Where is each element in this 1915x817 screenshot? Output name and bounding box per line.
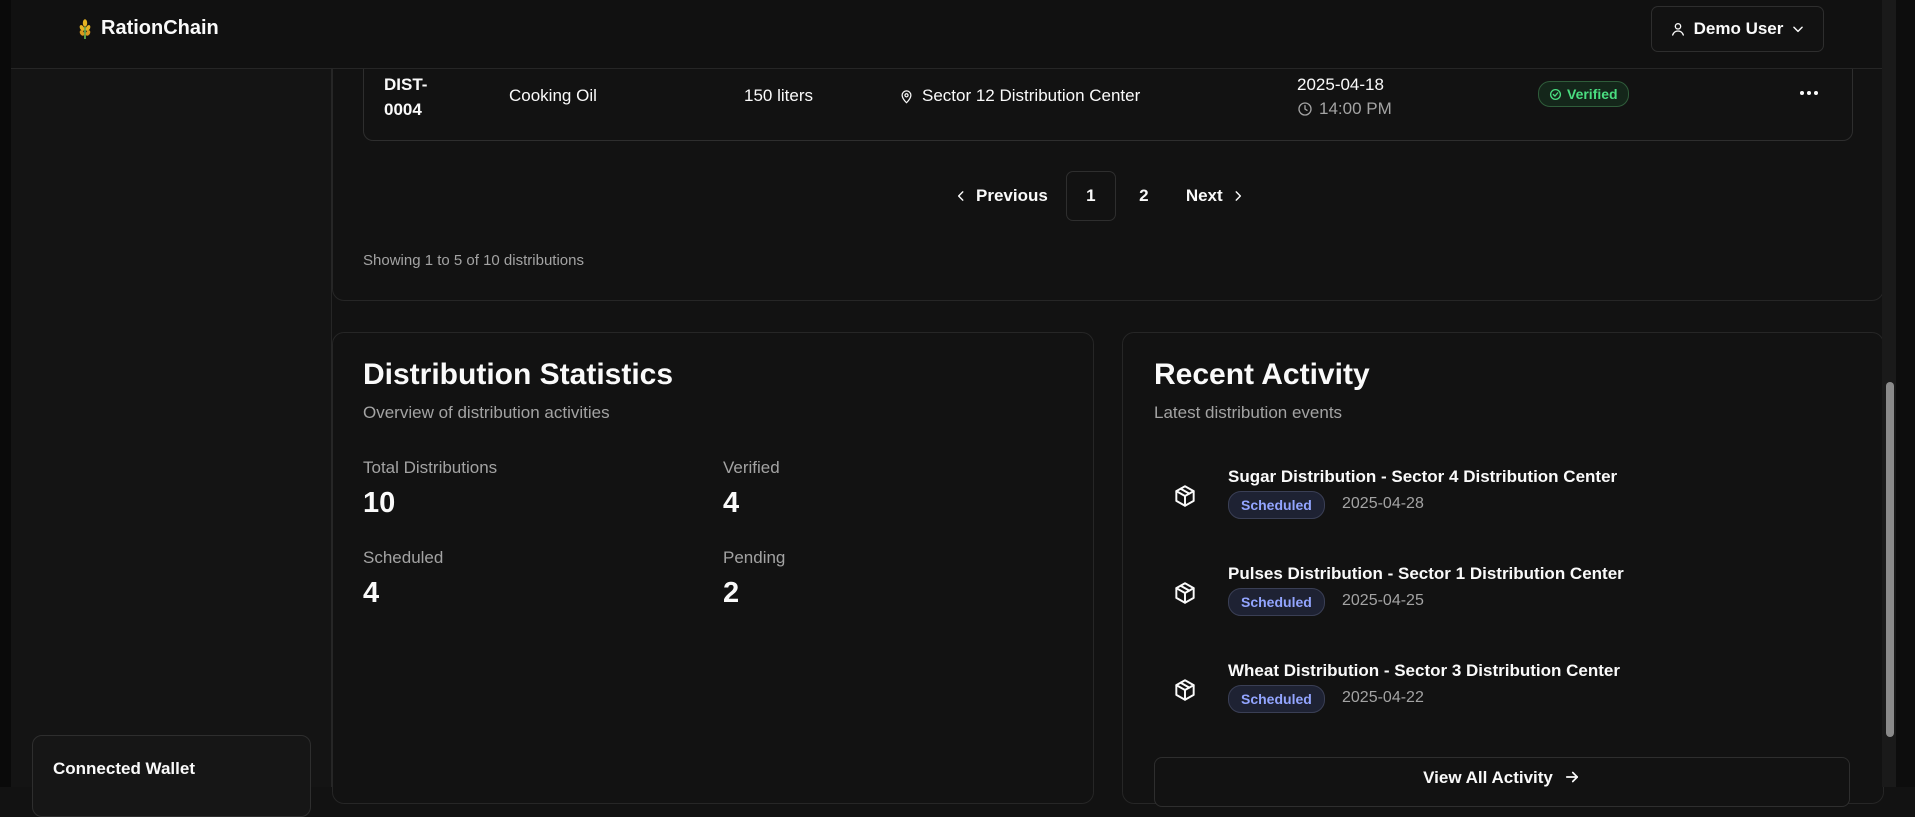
distribution-datetime: 2025-04-18 14:00 PM [1297,72,1392,120]
activity-title: Recent Activity [1154,358,1370,391]
brand-name: RationChain [101,17,219,39]
more-icon [1800,91,1804,95]
activity-title-text: Sugar Distribution - Sector 4 Distributi… [1228,467,1618,486]
distribution-time: 14:00 PM [1297,97,1392,120]
window-edge [1896,0,1915,787]
distribution-item: Cooking Oil [509,86,597,105]
distribution-location: Sector 12 Distribution Center [899,86,1140,106]
connected-wallet-card[interactable]: Connected Wallet [32,735,311,817]
distribution-id: DIST- 0004 [384,75,428,119]
status-badge: Scheduled [1228,588,1325,616]
location-label: Sector 12 Distribution Center [922,86,1141,105]
activity-title-text: Wheat Distribution - Sector 3 Distributi… [1228,661,1620,680]
stats-title: Distribution Statistics [363,358,674,391]
chevron-right-icon [1235,191,1241,201]
user-icon [1671,23,1684,36]
time-label: 14:00 PM [1319,99,1392,118]
distribution-quantity: 150 liters [744,86,813,105]
page-2-button[interactable]: 2 [1120,172,1168,220]
clock-icon [1298,101,1312,116]
total-distributions-value: 10 [363,487,396,519]
verified-label: Verified [723,458,780,477]
page-1-button[interactable]: 1 [1065,171,1116,221]
distribution-date: 2025-04-18 [1297,75,1384,94]
total-distributions-label: Total Distributions [363,458,498,477]
package-icon [1175,679,1195,701]
status-badge: Verified [1538,81,1629,107]
previous-label: Previous [976,186,1048,205]
stats-subtitle: Overview of distribution activities [363,403,610,422]
more-icon-dot [1814,91,1818,95]
table-row[interactable]: DIST- 0004 Cooking Oil 150 liters Sector… [363,68,1853,141]
previous-page-button[interactable]: Previous [940,171,1062,221]
scheduled-label: Scheduled [363,548,444,567]
pending-label: Pending [723,548,786,567]
pagination: Previous 1 2 Next [940,171,1259,221]
view-all-label: View All Activity [1423,768,1553,787]
wheat-logo-icon [79,18,91,39]
user-label: Demo User [1693,19,1784,38]
arrow-right-icon [1565,771,1578,783]
status-badge: Scheduled [1228,491,1325,519]
verified-value: 4 [723,487,740,519]
row-actions-button[interactable] [1794,80,1824,106]
activity-date: 2025-04-25 [1342,592,1424,609]
wallet-title: Connected Wallet [53,759,195,778]
status-badge: Scheduled [1228,685,1325,713]
chevron-left-icon [957,191,964,201]
status-label: Verified [1567,86,1618,102]
map-pin-icon [901,89,912,103]
activity-subtitle: Latest distribution events [1154,403,1343,422]
activity-item[interactable]: Pulses Distribution - Sector 1 Distribut… [1172,564,1852,624]
view-all-activity-button[interactable]: View All Activity [1154,757,1850,807]
next-label: Next [1185,186,1223,205]
activity-title-text: Pulses Distribution - Sector 1 Distribut… [1228,564,1624,583]
activity-date: 2025-04-28 [1342,495,1424,512]
brand[interactable]: RationChain [77,17,219,40]
activity-date: 2025-04-22 [1342,689,1424,706]
more-icon-dot [1807,91,1811,95]
user-menu-button[interactable]: Demo User [1651,6,1824,52]
scrollbar-thumb[interactable] [1886,382,1894,737]
activity-item[interactable]: Sugar Distribution - Sector 4 Distributi… [1172,467,1852,527]
package-icon [1175,485,1195,507]
package-icon [1175,582,1195,604]
scheduled-value: 4 [363,577,380,609]
pending-value: 2 [723,577,740,609]
next-page-button[interactable]: Next [1172,171,1259,221]
chevron-down-icon [1793,26,1804,33]
pagination-summary: Showing 1 to 5 of 10 distributions [363,252,584,269]
top-navigation-bar: RationChain Demo User [11,0,1882,69]
check-circle-icon [1549,88,1562,100]
window-edge [0,0,11,787]
activity-item[interactable]: Wheat Distribution - Sector 3 Distributi… [1172,661,1852,721]
sidebar: Connected Wallet [11,68,332,817]
